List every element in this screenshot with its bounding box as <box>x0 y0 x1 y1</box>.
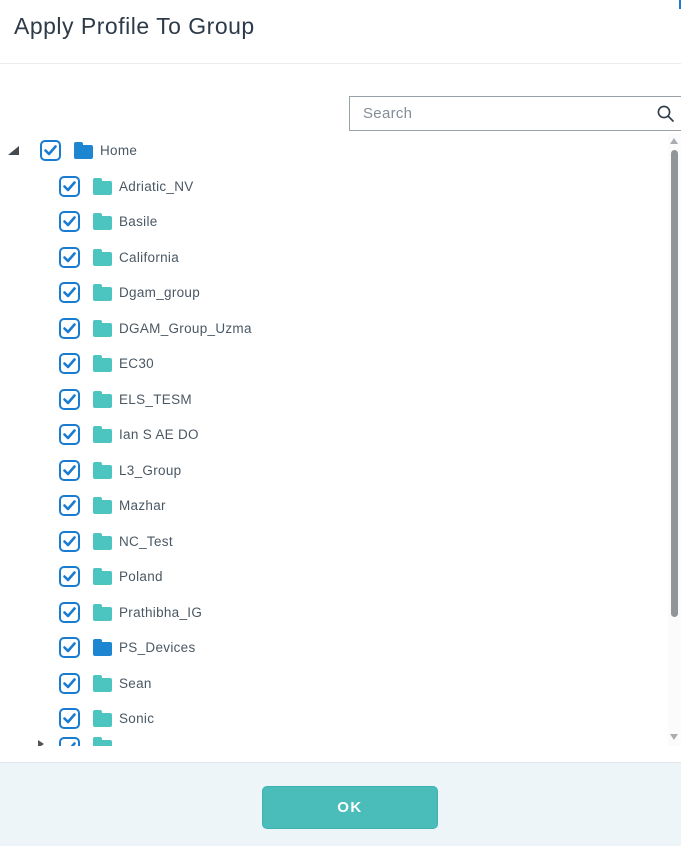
page-title: Apply Profile To Group <box>14 13 255 40</box>
tree-row-label: ELS_TESM <box>119 392 192 407</box>
tree-row-label: Poland <box>119 569 163 584</box>
tree-row-label: Prathibha_IG <box>119 605 202 620</box>
tree-row[interactable]: Ian S AE DO <box>0 417 668 453</box>
tree-row-label: Dgam_group <box>119 285 200 300</box>
dialog-footer: OK <box>0 762 681 846</box>
tree-row-home[interactable]: Home <box>0 133 668 169</box>
tree-row[interactable]: DGAM_Group_Uzma <box>0 311 668 347</box>
checkbox-checked[interactable] <box>59 737 80 746</box>
folder-icon <box>93 713 112 727</box>
checkbox-checked[interactable] <box>59 389 80 410</box>
tree-row[interactable]: Prathibha_IG <box>0 595 668 631</box>
tree-row[interactable]: Dgam_group <box>0 275 668 311</box>
vertical-scrollbar[interactable] <box>668 133 681 746</box>
header-divider <box>0 63 681 64</box>
tree-row[interactable]: L3_Group <box>0 453 668 489</box>
checkbox-checked[interactable] <box>59 211 80 232</box>
tree-row[interactable]: NC_Test <box>0 524 668 560</box>
tree-row-label: Home <box>100 143 137 158</box>
checkbox-checked[interactable] <box>59 282 80 303</box>
tree-row[interactable]: EC30 <box>0 346 668 382</box>
checkbox-checked[interactable] <box>59 566 80 587</box>
checkbox-checked[interactable] <box>59 318 80 339</box>
group-tree: Home Adriatic_NV Basile California Dgam_… <box>0 133 668 746</box>
folder-icon <box>93 571 112 585</box>
search-input[interactable] <box>350 105 649 122</box>
tree-row[interactable]: Poland <box>0 559 668 595</box>
folder-icon <box>93 394 112 408</box>
scroll-down-arrow-icon[interactable] <box>670 734 678 740</box>
tree-row[interactable]: PS_Devices <box>0 630 668 666</box>
tree-row[interactable]: Basile <box>0 204 668 240</box>
tree-row-label: Ian S AE DO <box>119 427 199 442</box>
folder-icon <box>93 323 112 337</box>
search-icon[interactable] <box>649 104 681 123</box>
tree-row[interactable]: Mazhar <box>0 488 668 524</box>
checkbox-checked[interactable] <box>59 602 80 623</box>
folder-icon <box>93 536 112 550</box>
tree-row-label: PS_Devices <box>119 640 196 655</box>
expander-expanded-icon[interactable] <box>8 146 19 155</box>
checkbox-checked[interactable] <box>59 673 80 694</box>
search-box <box>349 96 681 131</box>
tree-row-label: DGAM_Group_Uzma <box>119 321 252 336</box>
tree-row-label: Mazhar <box>119 498 166 513</box>
checkbox-checked[interactable] <box>59 708 80 729</box>
folder-icon <box>93 287 112 301</box>
checkbox-checked[interactable] <box>59 247 80 268</box>
tree-row[interactable]: Sonic <box>0 701 668 737</box>
tree-row[interactable]: ELS_TESM <box>0 382 668 418</box>
tree-row-label: NC_Test <box>119 534 173 549</box>
tree-row[interactable]: Adriatic_NV <box>0 169 668 205</box>
checkbox-checked[interactable] <box>59 460 80 481</box>
checkbox-checked[interactable] <box>40 140 61 161</box>
tree-row[interactable]: California <box>0 240 668 276</box>
checkbox-checked[interactable] <box>59 637 80 658</box>
apply-profile-to-group-dialog: Apply Profile To Group Home Adriatic <box>0 0 681 846</box>
folder-icon <box>93 465 112 479</box>
checkbox-checked[interactable] <box>59 176 80 197</box>
tree-row-clipped[interactable] <box>0 733 668 746</box>
tree-row[interactable]: Sean <box>0 666 668 702</box>
folder-icon <box>93 500 112 514</box>
folder-icon <box>93 642 112 656</box>
tree-row-label: California <box>119 250 179 265</box>
folder-icon <box>93 181 112 195</box>
folder-icon <box>93 607 112 621</box>
tree-row-label: Sonic <box>119 711 154 726</box>
tree-row-label: L3_Group <box>119 463 181 478</box>
folder-icon <box>93 429 112 443</box>
folder-icon <box>93 252 112 266</box>
checkbox-checked[interactable] <box>59 353 80 374</box>
scrollbar-thumb[interactable] <box>671 150 678 617</box>
folder-icon <box>93 740 112 746</box>
checkbox-checked[interactable] <box>59 424 80 445</box>
scroll-up-arrow-icon[interactable] <box>670 138 678 144</box>
tree-row-label: Basile <box>119 214 158 229</box>
tree-row-label: EC30 <box>119 356 154 371</box>
folder-icon <box>74 145 93 159</box>
expander-collapsed-icon[interactable] <box>38 740 44 746</box>
ok-button[interactable]: OK <box>262 786 438 829</box>
folder-icon <box>93 678 112 692</box>
checkbox-checked[interactable] <box>59 495 80 516</box>
folder-icon <box>93 216 112 230</box>
tree-row-label: Sean <box>119 676 152 691</box>
tree-row-label: Adriatic_NV <box>119 179 194 194</box>
folder-icon <box>93 358 112 372</box>
checkbox-checked[interactable] <box>59 531 80 552</box>
